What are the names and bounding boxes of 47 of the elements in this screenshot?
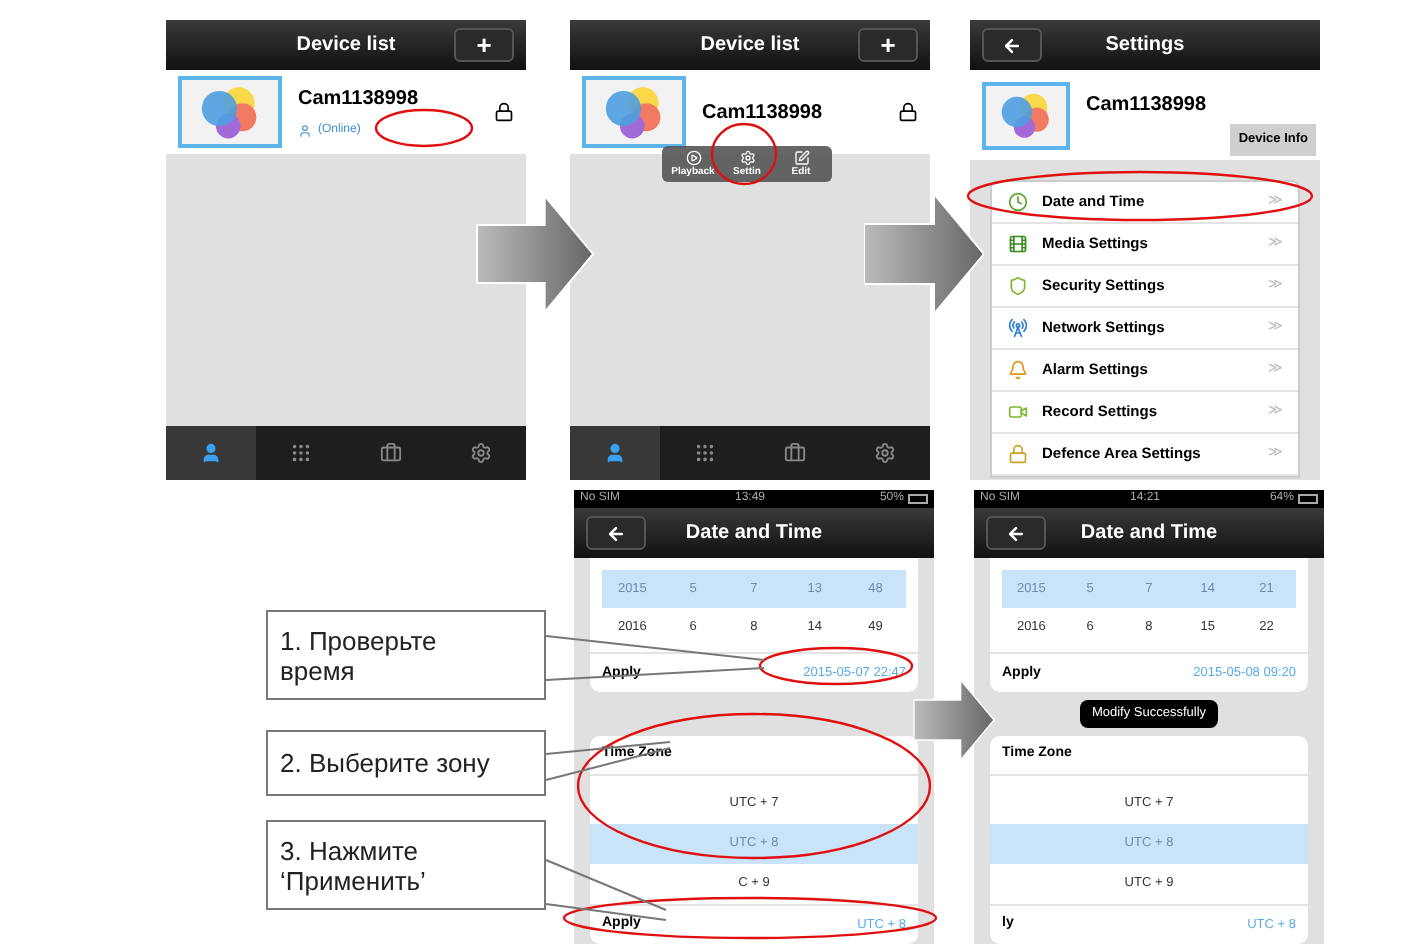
screen-title: Date and Time [685, 520, 823, 549]
settings-icon [470, 442, 492, 464]
callout-text: 1. Проверьте время [266, 610, 546, 700]
battery-icon [1297, 494, 1318, 505]
lock-icon [1008, 444, 1028, 464]
settings-icon [874, 442, 896, 464]
back-icon [1006, 523, 1026, 544]
back-icon [606, 523, 626, 544]
screen-title: Device list [700, 32, 800, 60]
film-icon [1008, 234, 1028, 254]
grid-icon [290, 442, 312, 464]
user-icon [604, 442, 626, 464]
back-button[interactable] [982, 28, 1042, 62]
device-row[interactable]: Cam1138998 [570, 70, 930, 154]
bell-icon [1008, 360, 1028, 380]
add-button[interactable]: + [858, 28, 918, 62]
clock-icon [1008, 192, 1028, 212]
battery-icon [907, 494, 928, 505]
user-icon [298, 124, 312, 138]
antenna-icon [1008, 318, 1028, 338]
device-name: Cam1138998 [1086, 92, 1207, 120]
screen-title: Date and Time [1080, 520, 1218, 549]
screen-title: Device list [296, 32, 396, 60]
briefcase-icon [784, 442, 806, 464]
shield-icon [1008, 276, 1028, 296]
tab[interactable] [166, 426, 256, 480]
leader-line [545, 741, 671, 781]
user-icon [200, 442, 222, 464]
back-icon [1002, 35, 1022, 55]
arrow-drawing [864, 192, 984, 316]
back-button[interactable] [986, 516, 1046, 551]
add-button[interactable]: + [454, 28, 514, 62]
settings-icon [739, 150, 755, 166]
play-icon [685, 150, 701, 166]
device-name: Cam1138998 [298, 86, 419, 114]
back-button[interactable] [586, 516, 646, 551]
edit-icon [793, 150, 809, 166]
device-name: Cam1138998 [702, 99, 823, 127]
callout-text: 2. Выберите зону [266, 730, 546, 796]
arrow-drawing [470, 196, 600, 312]
video-icon [1008, 402, 1028, 422]
callout-text: 3. Нажмите ‘Применить’ [266, 820, 546, 910]
tab[interactable] [570, 426, 660, 480]
briefcase-icon [380, 442, 402, 464]
highlight-ellipse [374, 108, 474, 148]
grid-icon [694, 442, 716, 464]
screen-title: Settings [1105, 32, 1185, 60]
